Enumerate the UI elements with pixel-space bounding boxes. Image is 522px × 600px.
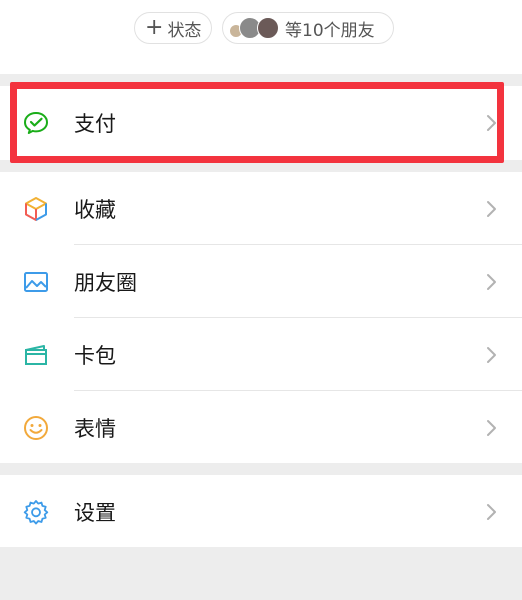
friends-status-button[interactable]: 等10个朋友 — [222, 12, 394, 44]
profile-top-area: + 状态 等10个朋友 — [0, 0, 522, 74]
status-label: 状态 — [167, 20, 202, 41]
menu-item-settings[interactable]: 设置 — [0, 475, 522, 548]
chevron-right-icon — [487, 346, 496, 363]
card-icon — [25, 344, 47, 365]
menu-item-stickers[interactable]: 表情 — [0, 391, 522, 464]
cube-icon — [25, 196, 47, 221]
plus-icon: + — [145, 15, 164, 40]
menu-item-label: 设置 — [74, 500, 116, 525]
chevron-right-icon — [487, 273, 496, 290]
chevron-right-icon — [487, 200, 496, 217]
features-group: 收藏 朋友圈 卡包 表情 — [0, 172, 522, 463]
menu-item-favorites[interactable]: 收藏 — [0, 172, 522, 245]
menu-item-label: 卡包 — [74, 343, 116, 368]
chevron-right-icon — [487, 503, 496, 520]
wechat-pay-icon — [24, 111, 48, 134]
pay-group: 支付 — [0, 86, 522, 160]
menu-item-label: 朋友圈 — [74, 270, 137, 295]
menu-item-label: 收藏 — [74, 197, 116, 222]
friends-count-label: 等10个朋友 — [285, 20, 375, 41]
chevron-right-icon — [487, 114, 496, 131]
add-status-button[interactable]: + 状态 — [134, 12, 212, 44]
menu-item-label: 表情 — [74, 416, 116, 441]
menu-item-moments[interactable]: 朋友圈 — [0, 245, 522, 318]
friend-avatar — [257, 17, 279, 39]
menu-item-pay[interactable]: 支付 — [0, 86, 522, 159]
chevron-right-icon — [487, 419, 496, 436]
image-icon — [24, 271, 48, 292]
smiley-icon — [24, 415, 48, 440]
menu-item-cards[interactable]: 卡包 — [0, 318, 522, 391]
settings-group: 设置 — [0, 475, 522, 547]
menu-item-label: 支付 — [74, 111, 116, 136]
gear-icon — [23, 499, 49, 524]
